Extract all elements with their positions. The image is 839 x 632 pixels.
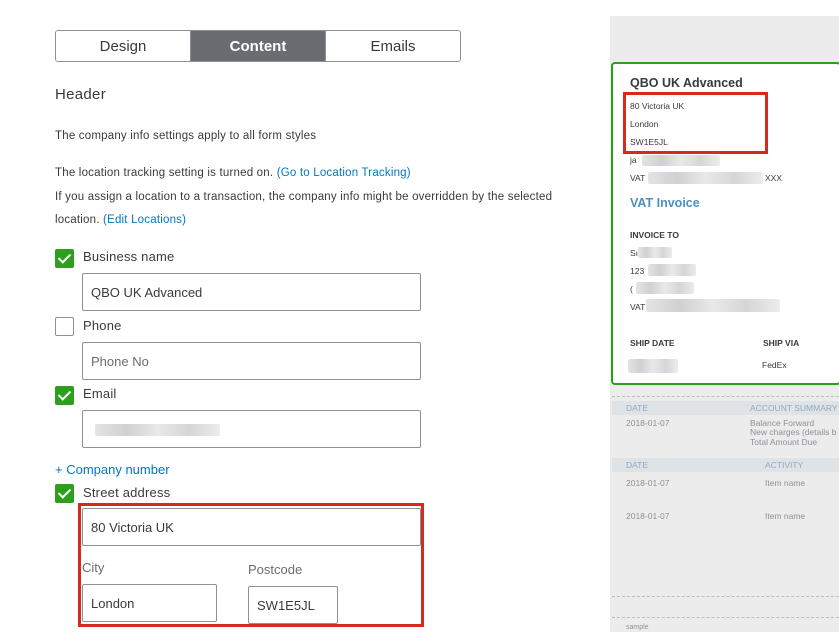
total-amount-due-label: Total Amount Due xyxy=(750,437,818,447)
go-to-location-tracking-link[interactable]: (Go to Location Tracking) xyxy=(277,167,411,179)
preview-ship-via-value: FedEx xyxy=(762,360,787,370)
phone-input[interactable] xyxy=(82,342,421,380)
redacted-invoice-to-name xyxy=(638,247,672,258)
postcode-label: Postcode xyxy=(248,562,303,577)
preview-footer-text: sample xyxy=(626,624,649,631)
preview-ship-date-label: SHIP DATE xyxy=(630,338,675,348)
redacted-invoice-to-vat xyxy=(646,299,780,312)
redacted-ship-date xyxy=(628,359,678,373)
location-tracking-note: The location tracking setting is turned … xyxy=(55,167,411,179)
preview-address-line1: 80 Victoria UK xyxy=(630,101,685,111)
account-summary-date: 2018-01-07 xyxy=(626,418,670,428)
form-tabs: Design Content Emails xyxy=(55,30,461,62)
account-summary-date-header: DATE xyxy=(626,403,649,413)
tab-content[interactable]: Content xyxy=(190,31,325,61)
preview-document-title: VAT Invoice xyxy=(630,196,700,210)
override-note-text: location. xyxy=(55,214,100,226)
preview-address-line3: SW1E5JL xyxy=(630,137,668,147)
business-name-input[interactable] xyxy=(82,273,421,311)
preview-invoice-to-line3: ( xyxy=(630,284,633,294)
preview-email: ja xyxy=(630,155,637,165)
tab-emails[interactable]: Emails xyxy=(325,31,460,61)
redacted-invoice-to-city xyxy=(636,282,694,294)
company-info-note: The company info settings apply to all f… xyxy=(55,130,317,142)
preview-company-name: QBO UK Advanced xyxy=(630,76,743,90)
add-company-number-link[interactable]: + Company number xyxy=(55,462,170,477)
email-input[interactable] xyxy=(82,410,421,448)
preview-vat-suffix: XXX xyxy=(765,173,783,183)
phone-label: Phone xyxy=(83,318,122,333)
activity-row-item: Item name xyxy=(765,478,806,488)
override-note: If you assign a location to a transactio… xyxy=(55,191,553,203)
redacted-preview-email xyxy=(642,155,720,166)
preview-invoice-to-line1: Sı xyxy=(630,248,639,258)
activity-row-date: 2018-01-07 xyxy=(626,478,670,488)
preview-address-line2: London xyxy=(630,119,659,129)
preview-invoice-to-label: INVOICE TO xyxy=(630,230,679,240)
street-address-input[interactable] xyxy=(82,508,421,546)
preview-ship-via-label: SHIP VIA xyxy=(763,338,800,348)
business-name-checkbox[interactable] xyxy=(55,249,74,268)
city-input[interactable] xyxy=(82,584,217,622)
preview-footer-divider xyxy=(612,617,839,618)
section-title-header: Header xyxy=(55,86,106,103)
postcode-input[interactable] xyxy=(248,586,338,624)
email-checkbox[interactable] xyxy=(55,386,74,405)
redacted-email xyxy=(95,424,220,436)
account-summary-title: ACCOUNT SUMMARY xyxy=(750,403,838,413)
preview-footer-divider xyxy=(612,596,839,597)
phone-checkbox[interactable] xyxy=(55,317,74,336)
street-address-label: Street address xyxy=(83,485,171,500)
redacted-preview-vat xyxy=(648,172,763,184)
preview-vat-number: VAT xyxy=(630,173,646,183)
preview-invoice-to-line2: 123 xyxy=(630,266,645,276)
activity-date-header: DATE xyxy=(626,460,649,470)
activity-title: ACTIVITY xyxy=(765,460,804,470)
location-tracking-text: The location tracking setting is turned … xyxy=(55,167,274,179)
activity-row-date: 2018-01-07 xyxy=(626,511,670,521)
street-address-checkbox[interactable] xyxy=(55,484,74,503)
redacted-invoice-to-street xyxy=(648,264,696,276)
business-name-label: Business name xyxy=(83,249,175,264)
new-charges-label: New charges (details b xyxy=(750,427,837,437)
preview-invoice-to-vat: VAT xyxy=(630,302,646,312)
override-note-line2: location. (Edit Locations) xyxy=(55,214,186,226)
tab-design[interactable]: Design xyxy=(56,31,190,61)
preview-divider xyxy=(612,396,839,397)
city-label: City xyxy=(82,560,105,575)
activity-row-item: Item name xyxy=(765,511,806,521)
edit-locations-link[interactable]: (Edit Locations) xyxy=(103,214,186,226)
email-label: Email xyxy=(83,386,117,401)
